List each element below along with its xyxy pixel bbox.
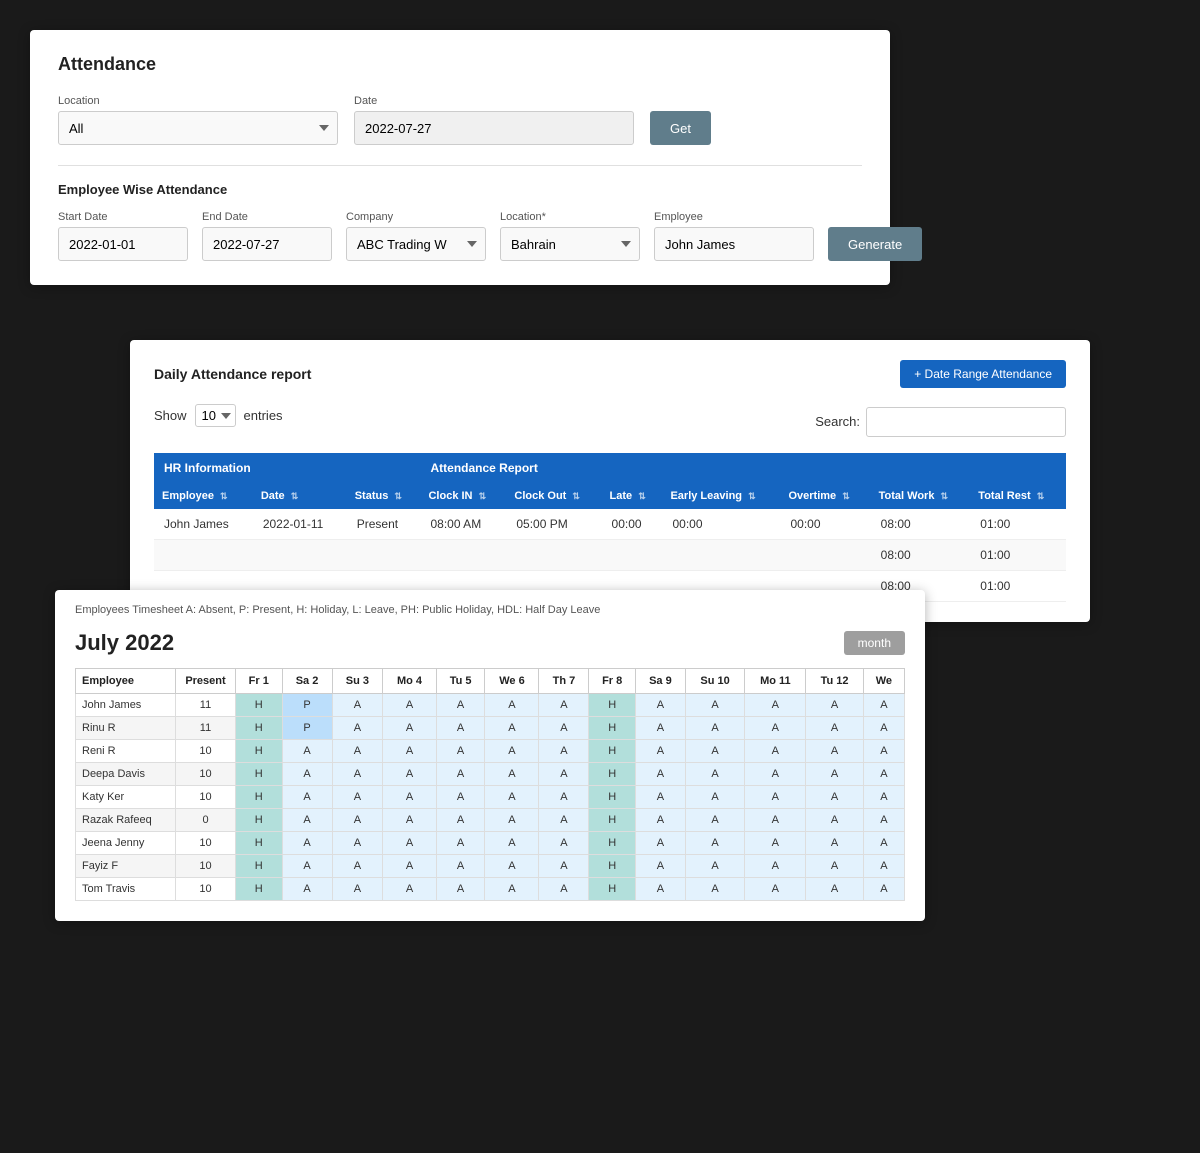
timesheet-top: July 2022 month <box>75 630 905 656</box>
report-header: Daily Attendance report + Date Range Att… <box>154 360 1066 388</box>
timesheet-month: July 2022 <box>75 630 174 656</box>
col-total-rest[interactable]: Total Rest ⇅ <box>970 483 1066 509</box>
list-item: Fayiz F10HAAAAAAHAAAAA <box>76 855 905 878</box>
timesheet-day-col: Fr 8 <box>589 669 636 694</box>
col-date[interactable]: Date ⇅ <box>253 483 347 509</box>
month-button[interactable]: month <box>844 631 905 655</box>
timesheet-legend: Employees Timesheet A: Absent, P: Presen… <box>75 604 905 616</box>
location2-select[interactable]: Bahrain <box>500 227 640 261</box>
location-select[interactable]: All <box>58 111 338 145</box>
list-item: Tom Travis10HAAAAAAHAAAAA <box>76 878 905 901</box>
entries-label: entries <box>244 408 283 423</box>
attendance-title: Attendance <box>58 54 862 75</box>
list-item: Rinu R11HPAAAAAHAAAAA <box>76 717 905 740</box>
timesheet-day-col: Sa 2 <box>282 669 332 694</box>
employee-group: Employee <box>654 211 814 261</box>
col-total-work[interactable]: Total Work ⇅ <box>871 483 971 509</box>
get-button[interactable]: Get <box>650 111 711 145</box>
timesheet-card: Employees Timesheet A: Absent, P: Presen… <box>55 590 925 921</box>
timesheet-day-col: We 6 <box>485 669 539 694</box>
employee-input[interactable] <box>654 227 814 261</box>
timesheet-day-col: Su 10 <box>685 669 744 694</box>
company-label: Company <box>346 211 486 223</box>
show-row: Show 10 entries <box>154 404 283 427</box>
show-select[interactable]: 10 <box>195 404 236 427</box>
col-employee[interactable]: Employee ⇅ <box>154 483 253 509</box>
location-label: Location <box>58 95 338 107</box>
date-range-button[interactable]: + Date Range Attendance <box>900 360 1066 388</box>
company-select[interactable]: ABC Trading W <box>346 227 486 261</box>
show-label: Show <box>154 408 187 423</box>
col-clock-out[interactable]: Clock Out ⇅ <box>506 483 601 509</box>
list-item: Deepa Davis10HAAAAAAHAAAAA <box>76 763 905 786</box>
timesheet-table: EmployeePresentFr 1Sa 2Su 3Mo 4Tu 5We 6T… <box>75 668 905 901</box>
date-label: Date <box>354 95 634 107</box>
timesheet-day-col: We <box>863 669 904 694</box>
filter-row-2: Start Date End Date Company ABC Trading … <box>58 211 862 261</box>
section-title: Employee Wise Attendance <box>58 182 862 197</box>
table-row: 08:0001:00 <box>154 540 1066 571</box>
list-item: Katy Ker10HAAAAAAHAAAAA <box>76 786 905 809</box>
hr-info-header: HR Information <box>154 453 420 483</box>
timesheet-col-present: Present <box>176 669 236 694</box>
generate-button[interactable]: Generate <box>828 227 922 261</box>
timesheet-day-col: Tu 5 <box>436 669 485 694</box>
employee-label: Employee <box>654 211 814 223</box>
location2-label: Location* <box>500 211 640 223</box>
search-label: Search: <box>815 414 860 429</box>
col-early-leaving[interactable]: Early Leaving ⇅ <box>662 483 780 509</box>
attendance-report-header: Attendance Report <box>420 453 1066 483</box>
start-date-label: Start Date <box>58 211 188 223</box>
col-clock-in[interactable]: Clock IN ⇅ <box>420 483 506 509</box>
company-group: Company ABC Trading W <box>346 211 486 261</box>
timesheet-day-col: Sa 9 <box>635 669 685 694</box>
list-item: John James11HPAAAAAHAAAAA <box>76 694 905 717</box>
report-title: Daily Attendance report <box>154 366 311 382</box>
filter-row-1: Location All Date Get <box>58 95 862 145</box>
attendance-table: HR Information Attendance Report Employe… <box>154 453 1066 602</box>
end-date-input[interactable] <box>202 227 332 261</box>
col-late[interactable]: Late ⇅ <box>602 483 663 509</box>
end-date-label: End Date <box>202 211 332 223</box>
timesheet-col-employee: Employee <box>76 669 176 694</box>
timesheet-day-col: Tu 12 <box>806 669 863 694</box>
date-group: Date <box>354 95 634 145</box>
attendance-card: Attendance Location All Date Get Employe… <box>30 30 890 285</box>
group-header-row: HR Information Attendance Report <box>154 453 1066 483</box>
col-header-row: Employee ⇅ Date ⇅ Status ⇅ Clock IN ⇅ Cl… <box>154 483 1066 509</box>
date-input[interactable] <box>354 111 634 145</box>
location-group: Location All <box>58 95 338 145</box>
end-date-group: End Date <box>202 211 332 261</box>
table-row: John James2022-01-11Present08:00 AM05:00… <box>154 509 1066 540</box>
search-input[interactable] <box>866 407 1066 437</box>
timesheet-day-col: Th 7 <box>539 669 589 694</box>
timesheet-day-col: Mo 4 <box>383 669 436 694</box>
timesheet-day-col: Mo 11 <box>745 669 806 694</box>
daily-report-card: Daily Attendance report + Date Range Att… <box>130 340 1090 622</box>
location2-group: Location* Bahrain <box>500 211 640 261</box>
timesheet-day-col: Fr 1 <box>236 669 283 694</box>
list-item: Jeena Jenny10HAAAAAAHAAAAA <box>76 832 905 855</box>
start-date-input[interactable] <box>58 227 188 261</box>
list-item: Reni R10HAAAAAAHAAAAA <box>76 740 905 763</box>
timesheet-day-col: Su 3 <box>332 669 383 694</box>
start-date-group: Start Date <box>58 211 188 261</box>
list-item: Razak Rafeeq0HAAAAAAHAAAAA <box>76 809 905 832</box>
divider-1 <box>58 165 862 166</box>
col-status[interactable]: Status ⇅ <box>347 483 421 509</box>
col-overtime[interactable]: Overtime ⇅ <box>780 483 870 509</box>
timesheet-header: EmployeePresentFr 1Sa 2Su 3Mo 4Tu 5We 6T… <box>76 669 905 694</box>
